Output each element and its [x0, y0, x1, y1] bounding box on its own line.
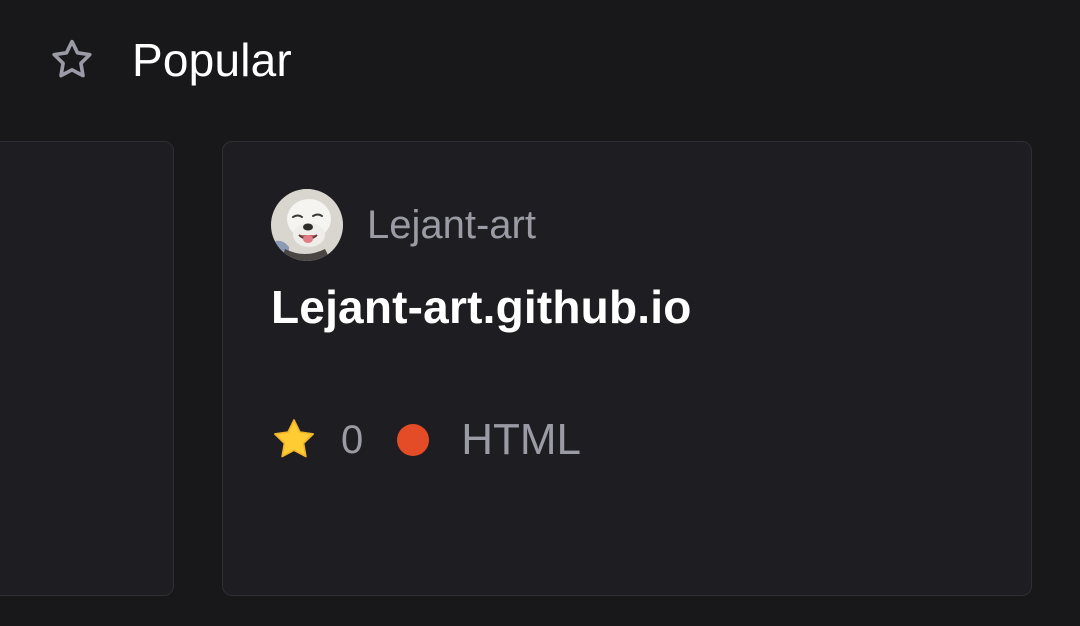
section-header: Popular	[48, 28, 292, 92]
page: Popular Lejant-art Lejant-art.github.io …	[0, 0, 1080, 626]
language-color-dot	[397, 424, 430, 456]
repo-card-previous[interactable]	[0, 141, 174, 596]
avatar	[271, 189, 343, 261]
star-count: 0	[341, 417, 364, 462]
repo-meta: 0 HTML	[269, 410, 581, 470]
owner-name[interactable]: Lejant-art	[367, 203, 536, 248]
language-name: HTML	[461, 415, 582, 464]
repo-name-link[interactable]: Lejant-art.github.io	[271, 280, 692, 334]
repo-card[interactable]: Lejant-art Lejant-art.github.io 0 HTML	[222, 141, 1032, 596]
section-title: Popular	[132, 34, 292, 86]
star-outline-icon	[48, 36, 96, 84]
repo-owner[interactable]: Lejant-art	[271, 189, 536, 261]
star-filled-icon	[269, 415, 319, 465]
